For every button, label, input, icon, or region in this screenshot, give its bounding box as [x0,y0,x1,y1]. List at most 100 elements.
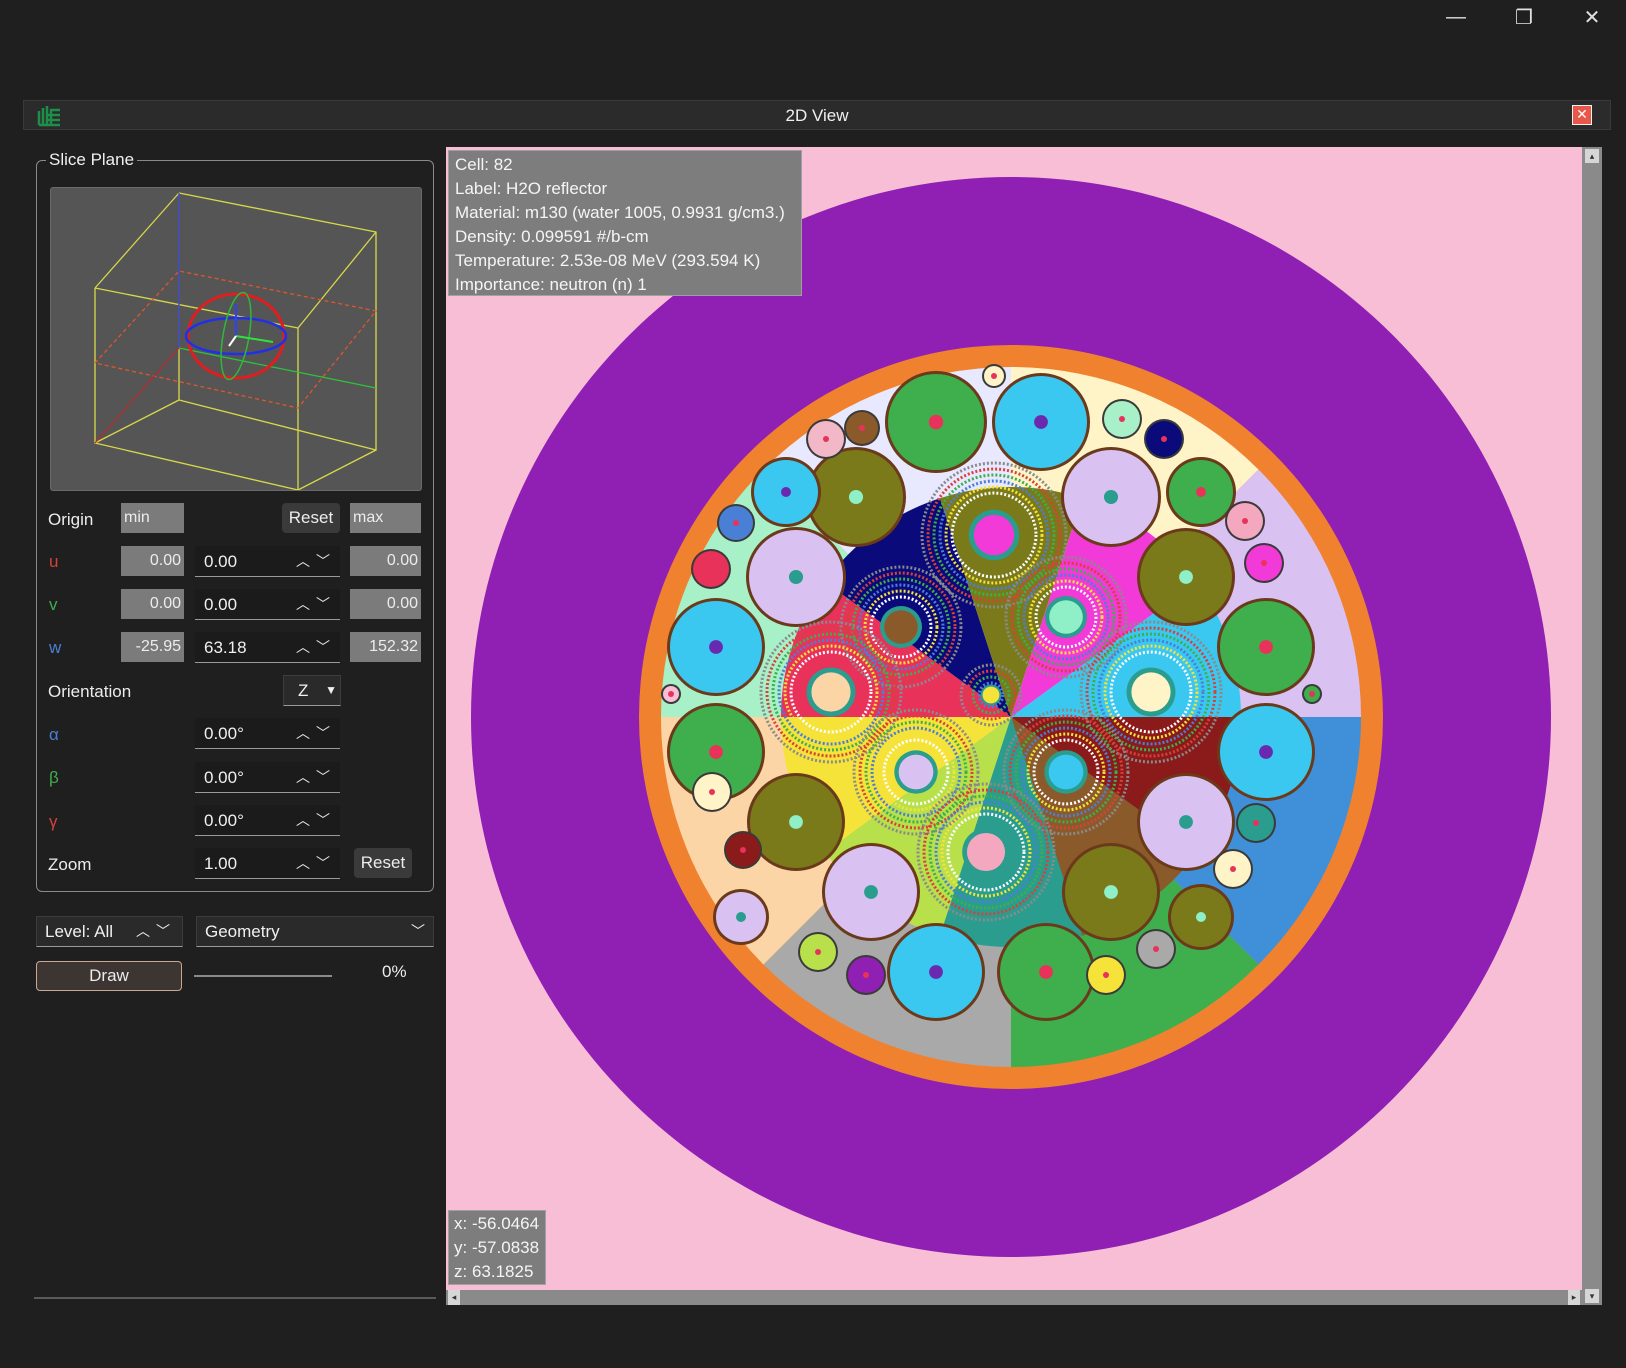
cell-info-tooltip: Cell: 82 Label: H2O reflector Material: … [448,150,802,296]
orientation-value: Z [298,681,309,700]
chevron-down-icon: ﹀ [411,923,425,939]
fuel-pin-center [1196,912,1206,922]
assembly-core [884,610,918,644]
close-view-button[interactable]: ✕ [1572,105,1592,125]
fuel-pin-center [1034,415,1048,429]
v-value-spinbox[interactable]: 0.00 ︿﹀ [195,589,340,620]
w-value-spinbox[interactable]: 63.18 ︿﹀ [195,632,340,663]
fuel-pin-center [1179,570,1193,584]
restore-button[interactable]: ❐ [1494,0,1554,34]
origin-reset-button[interactable]: Reset [282,503,340,533]
assembly-core [966,832,1006,872]
alpha-value: 0.00° [204,724,244,743]
small-cell-center [1261,560,1267,566]
scroll-right-icon[interactable]: ▸ [1568,1290,1580,1305]
u-max-value: 0.00 [350,546,421,576]
assembly-core [1048,754,1084,790]
draw-button[interactable]: Draw [36,961,182,991]
chevron-down-icon: ▼ [325,683,337,697]
scroll-left-icon[interactable]: ◂ [448,1290,460,1305]
assembly-core [1049,600,1083,634]
u-value-spinbox[interactable]: 0.00 ︿﹀ [195,546,340,577]
u-value: 0.00 [204,552,238,571]
alpha-label: α [49,725,59,744]
w-min-value: -25.95 [121,632,184,662]
mode-select[interactable]: Geometry ﹀ [196,916,434,947]
cell-importance: Importance: neutron (n) 1 [455,275,647,294]
small-cell-center [1242,518,1248,524]
gamma-spinbox[interactable]: 0.00° ︿﹀ [195,805,340,836]
small-cell-center [740,847,746,853]
zoom-label: Zoom [48,855,92,874]
close-window-button[interactable]: ✕ [1562,0,1622,34]
mode-value: Geometry [205,922,280,941]
level-value: Level: All [45,922,114,941]
zoom-reset-button[interactable]: Reset [354,848,412,878]
fuel-pin-center [929,965,943,979]
fuel-pin-center [1179,815,1193,829]
spin-arrows-icon[interactable]: ︿﹀ [296,848,336,879]
vertical-scrollbar[interactable]: ▴ ▾ [1582,147,1602,1305]
spin-arrows-icon[interactable]: ︿﹀ [136,917,176,946]
w-axis-label: w [49,638,62,657]
origin-label: Origin [48,510,94,529]
small-cell-center [709,789,715,795]
fuel-pin-center [848,489,864,505]
orientation-select[interactable]: Z ▼ [283,675,341,706]
assembly-core [1131,672,1171,712]
v-axis-label: v [49,595,58,614]
panel-divider [34,1297,436,1299]
cell-material: Material: m130 (water 1005, 0.9931 g/cm3… [455,203,785,222]
small-cell-center [1161,436,1167,442]
orientation-label: Orientation [48,682,132,701]
spin-arrows-icon[interactable]: ︿﹀ [296,805,336,836]
fuel-pin-center [1259,745,1273,759]
assembly-core [973,514,1015,556]
u-min-value: 0.00 [121,546,184,576]
fuel-pin-center [1196,487,1206,497]
level-spinbox[interactable]: Level: All ︿﹀ [36,916,183,947]
spin-arrows-icon[interactable]: ︿﹀ [296,589,336,620]
orientation-cube-preview[interactable] [50,187,422,491]
assembly-core [982,686,1000,704]
spin-arrows-icon[interactable]: ︿﹀ [296,632,336,663]
zoom-value: 1.00 [204,854,238,873]
spin-arrows-icon[interactable]: ︿﹀ [296,546,336,577]
alpha-spinbox[interactable]: 0.00° ︿﹀ [195,718,340,749]
small-cell-center [991,373,997,379]
scroll-down-icon[interactable]: ▾ [1585,1289,1599,1303]
spin-arrows-icon[interactable]: ︿﹀ [296,762,336,793]
slice-plane-legend: Slice Plane [46,150,138,170]
small-cell-center [863,972,869,978]
v-max-value: 0.00 [350,589,421,619]
small-cell-center [1103,972,1109,978]
origin-min-field: min [121,503,184,533]
zoom-spinbox[interactable]: 1.00 ︿﹀ [195,848,340,879]
spin-arrows-icon[interactable]: ︿﹀ [296,718,336,749]
fuel-pin-center [1039,965,1053,979]
small-cell-center [1230,866,1236,872]
cursor-y: y: -57.0838 [454,1238,540,1257]
cursor-z: z: 63.1825 [454,1262,534,1281]
geometry-plot[interactable] [446,147,1582,1305]
fuel-pin-center [789,815,803,829]
u-axis-label: u [49,552,59,571]
horizontal-scrollbar[interactable]: ◂ ▸ [446,1290,1582,1305]
v-value: 0.00 [204,595,238,614]
geometry-viewport[interactable] [446,147,1582,1305]
v-min-value: 0.00 [121,589,184,619]
progress-percent: 0% [382,962,407,981]
fuel-pin-center [1103,489,1119,505]
scroll-up-icon[interactable]: ▴ [1585,149,1599,163]
small-cell-center [733,520,739,526]
minimize-button[interactable]: — [1426,0,1486,34]
beta-spinbox[interactable]: 0.00° ︿﹀ [195,762,340,793]
small-cell-center [1119,416,1125,422]
assembly-core [898,754,934,790]
fuel-pin-center [736,912,746,922]
cursor-coordinates: x: -56.0464 y: -57.0838 z: 63.1825 [448,1210,546,1285]
window-title: 2D View [785,106,849,125]
fuel-pin-center [1259,640,1273,654]
small-cell-center [815,949,821,955]
small-cell-center [1253,820,1259,826]
